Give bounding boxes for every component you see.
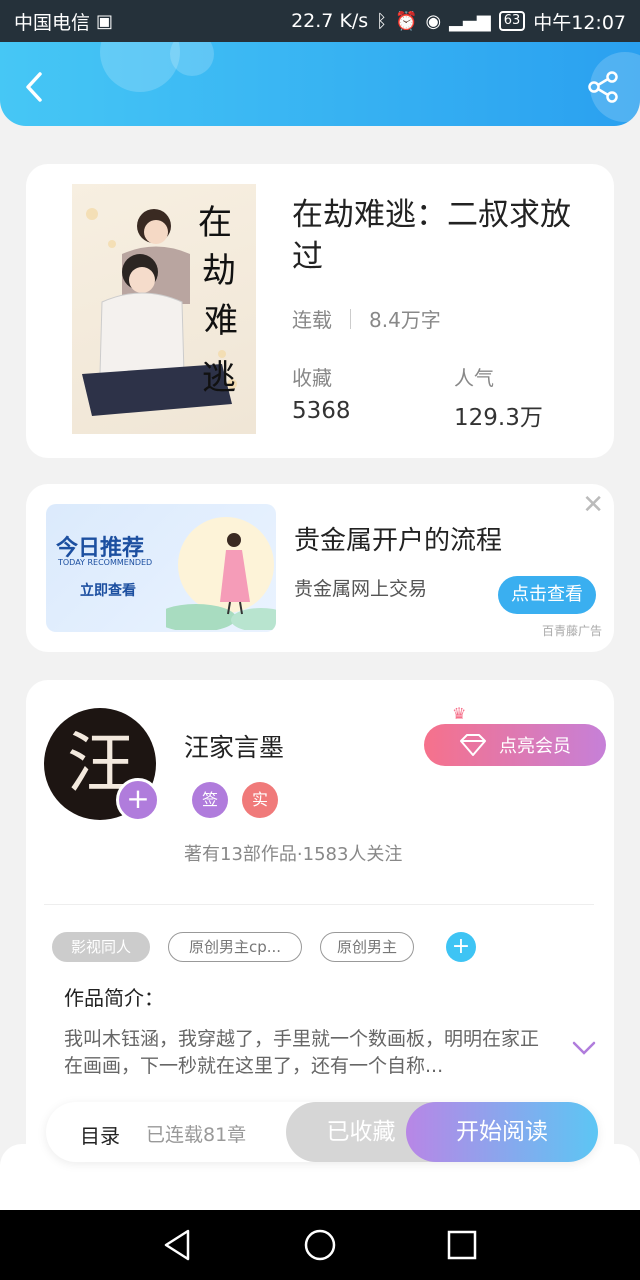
ad-banner-cta: 立即查看 [80,583,136,599]
expand-intro-button[interactable] [572,1040,596,1056]
tag-item[interactable]: 原创男主cp... [168,932,302,962]
section-divider [44,904,594,905]
toc-button[interactable]: 目录 [80,1120,120,1149]
carrier-label: 中国电信 [14,11,91,34]
chapter-count[interactable]: 已连载81章 [146,1120,246,1147]
svg-text:劫: 劫 [202,251,236,291]
ad-close-button[interactable]: ✕ [582,490,604,520]
word-count: 8.4万字 [369,308,441,332]
back-arrow-icon [26,72,42,102]
diamond-icon [460,734,486,756]
ad-title: 贵金属开户的流程 [294,526,503,556]
plus-icon: + [451,934,471,959]
svg-text:难: 难 [204,301,238,341]
ad-banner-image[interactable]: 今日推荐 TODAY RECOMMENDED 立即查看 [46,504,276,632]
chevron-down-icon [572,1041,596,1055]
book-info-card: 在 劫 难 逃 在劫难逃：二叔求放过 连载 8.4万字 收藏 5368 人气 1… [26,164,614,458]
clock: 中午12:07 [533,11,626,34]
book-cover[interactable]: 在 劫 难 逃 [72,184,256,434]
bluetooth-icon: ᛒ [376,10,388,32]
add-tag-button[interactable]: + [446,932,476,962]
ad-source-label: 百青藤广告 [541,624,602,638]
nav-home-icon[interactable] [302,1227,338,1263]
eye-icon: ◉ [425,10,442,32]
favorites-value: 5368 [292,398,351,424]
ad-subtitle: 贵金属网上交易 [294,578,428,600]
intro-text: 我叫木钰涵，我穿越了，手里就一个数画板，明明在家正在画画，下一秒就在这里了，还有… [64,1028,540,1077]
activity-icon: ▣ [96,10,114,32]
book-title: 在劫难逃：二叔求放过 [292,197,571,275]
alarm-icon: ⏰ [395,10,418,32]
ad-banner-subtitle: TODAY RECOMMENDED [58,558,153,567]
crown-icon: ♛ [452,704,467,723]
verified-badge: 实 [242,782,278,818]
status-bar: 中国电信 ▣ 22.7 K/s ᛒ ⏰ ◉ ▂▄▆ 63 中午12:07 [0,0,640,42]
tag-item[interactable]: 原创男主 [320,932,414,962]
tag-item[interactable]: 影视同人 [52,932,150,962]
meta-divider [350,308,351,329]
signed-badge: 签 [192,782,228,818]
vip-button-label: 点亮会员 [499,736,571,757]
author-name[interactable]: 汪家言墨 [184,728,284,764]
header-bar [0,42,640,126]
action-bar: 目录 已连载81章 已收藏 开始阅读 [46,1102,598,1162]
ad-banner-illustration [166,517,276,630]
share-icon [588,71,618,103]
plus-icon: + [126,782,150,815]
cover-illustration: 在 劫 难 逃 [82,203,238,416]
ad-card[interactable]: 今日推荐 TODAY RECOMMENDED 立即查看 ✕ 贵金属开户的流程 贵… [26,484,614,652]
signal-icon: ▂▄▆ [449,10,491,32]
close-icon: ✕ [582,490,604,520]
vip-button[interactable]: 点亮会员 [424,724,606,766]
popularity-value: 129.3万 [454,405,543,431]
book-meta: 连载 8.4万字 [292,304,441,333]
battery-indicator: 63 [498,11,526,31]
follow-author-button[interactable]: + [116,778,160,822]
svg-text:在: 在 [198,203,232,243]
serial-status: 连载 [292,308,332,332]
author-stats: 著有13部作品·1583人关注 [184,844,403,865]
network-speed: 22.7 K/s [291,10,369,32]
nav-back-icon[interactable] [160,1227,196,1263]
share-button[interactable] [586,70,620,104]
favorites-label: 收藏 [292,366,332,390]
back-button[interactable] [20,70,50,104]
popularity-label: 人气 [454,366,494,390]
intro-label: 作品简介： [64,986,164,1010]
ad-view-button[interactable]: 点击查看 [498,576,596,614]
start-reading-button[interactable]: 开始阅读 [406,1102,598,1162]
system-nav-bar [0,1210,640,1280]
nav-recents-icon[interactable] [444,1227,480,1263]
svg-text:逃: 逃 [202,358,236,398]
